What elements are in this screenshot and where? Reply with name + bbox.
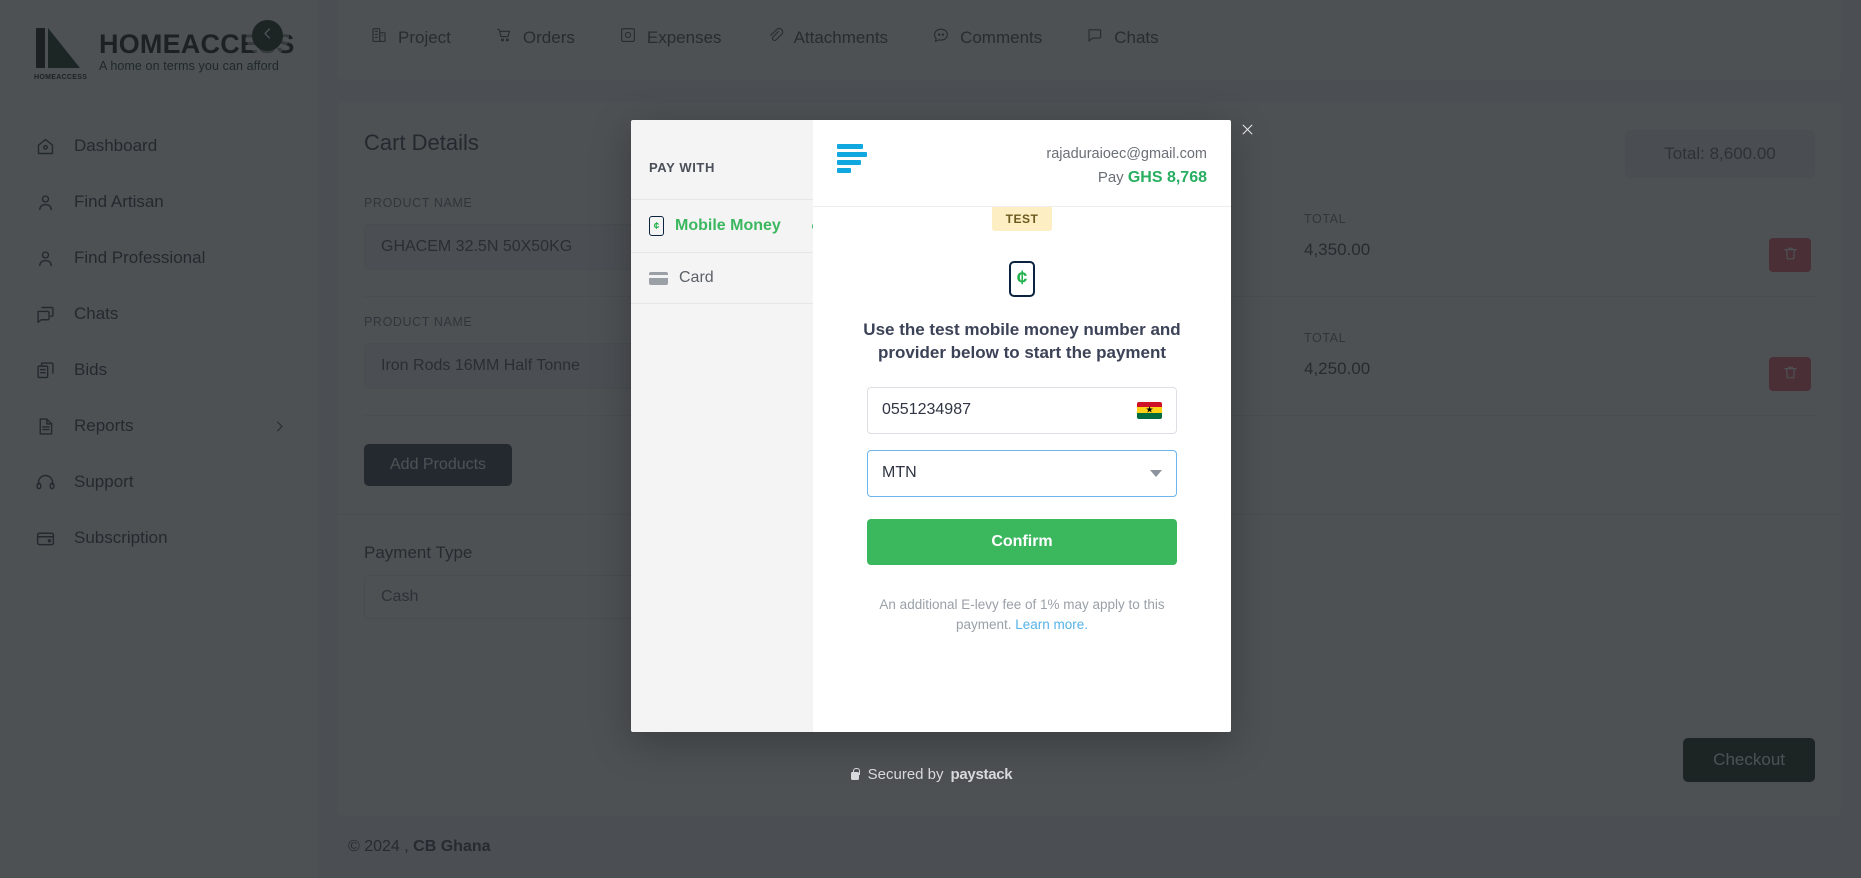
payment-method-card[interactable]: Card xyxy=(631,252,813,304)
pay-amount: GHS 8,768 xyxy=(1127,168,1207,186)
confirm-button[interactable]: Confirm xyxy=(867,518,1177,565)
provider-select[interactable]: MTN xyxy=(867,449,1177,497)
customer-email: rajaduraioec@gmail.com xyxy=(1046,146,1207,162)
provider-value: MTN xyxy=(882,464,917,482)
paystack-brand: paystack xyxy=(950,766,1013,783)
phone-number-value: 0551234987 xyxy=(882,401,971,419)
test-mode-badge: TEST xyxy=(991,206,1053,231)
payment-method-label: Mobile Money xyxy=(675,217,781,234)
cedi-phone-icon: ¢ xyxy=(1009,260,1035,297)
payment-methods-panel: PAY WITH ¢ Mobile Money Card xyxy=(631,120,821,732)
payment-method-label: Card xyxy=(679,269,714,286)
paystack-logo-icon xyxy=(837,144,871,173)
phone-number-input[interactable]: 0551234987 xyxy=(867,386,1177,434)
instruction-text: Use the test mobile money number and pro… xyxy=(863,319,1181,362)
payment-detail-panel: rajaduraioec@gmail.com Pay GHS 8,768 TES… xyxy=(813,120,1231,732)
ghana-flag-icon xyxy=(1137,401,1162,419)
elevy-note: An additional E-levy fee of 1% may apply… xyxy=(862,595,1182,636)
mobile-money-icon: ¢ xyxy=(649,216,664,236)
chevron-down-icon xyxy=(1150,469,1162,477)
pay-prefix-label: Pay xyxy=(1097,168,1124,186)
secured-by-paystack: Secured by paystack xyxy=(631,766,1231,783)
app-root: HOMEACCESS HOMEACCESS A home on terms yo… xyxy=(0,0,1861,878)
modal-body: TEST ¢ Use the test mobile money number … xyxy=(813,206,1231,732)
modal-header: rajaduraioec@gmail.com Pay GHS 8,768 xyxy=(813,120,1231,207)
lock-icon xyxy=(850,768,861,781)
close-modal-button[interactable] xyxy=(1236,121,1258,143)
payment-method-mobile-money[interactable]: ¢ Mobile Money xyxy=(631,199,821,252)
pay-with-label: PAY WITH xyxy=(649,160,715,175)
learn-more-link[interactable]: Learn more. xyxy=(1015,617,1088,632)
credit-card-icon xyxy=(649,271,668,285)
close-icon xyxy=(1240,122,1255,142)
secured-prefix: Secured by xyxy=(867,766,944,783)
paystack-payment-modal: PAY WITH ¢ Mobile Money Card rajaduraioe… xyxy=(631,120,1231,732)
